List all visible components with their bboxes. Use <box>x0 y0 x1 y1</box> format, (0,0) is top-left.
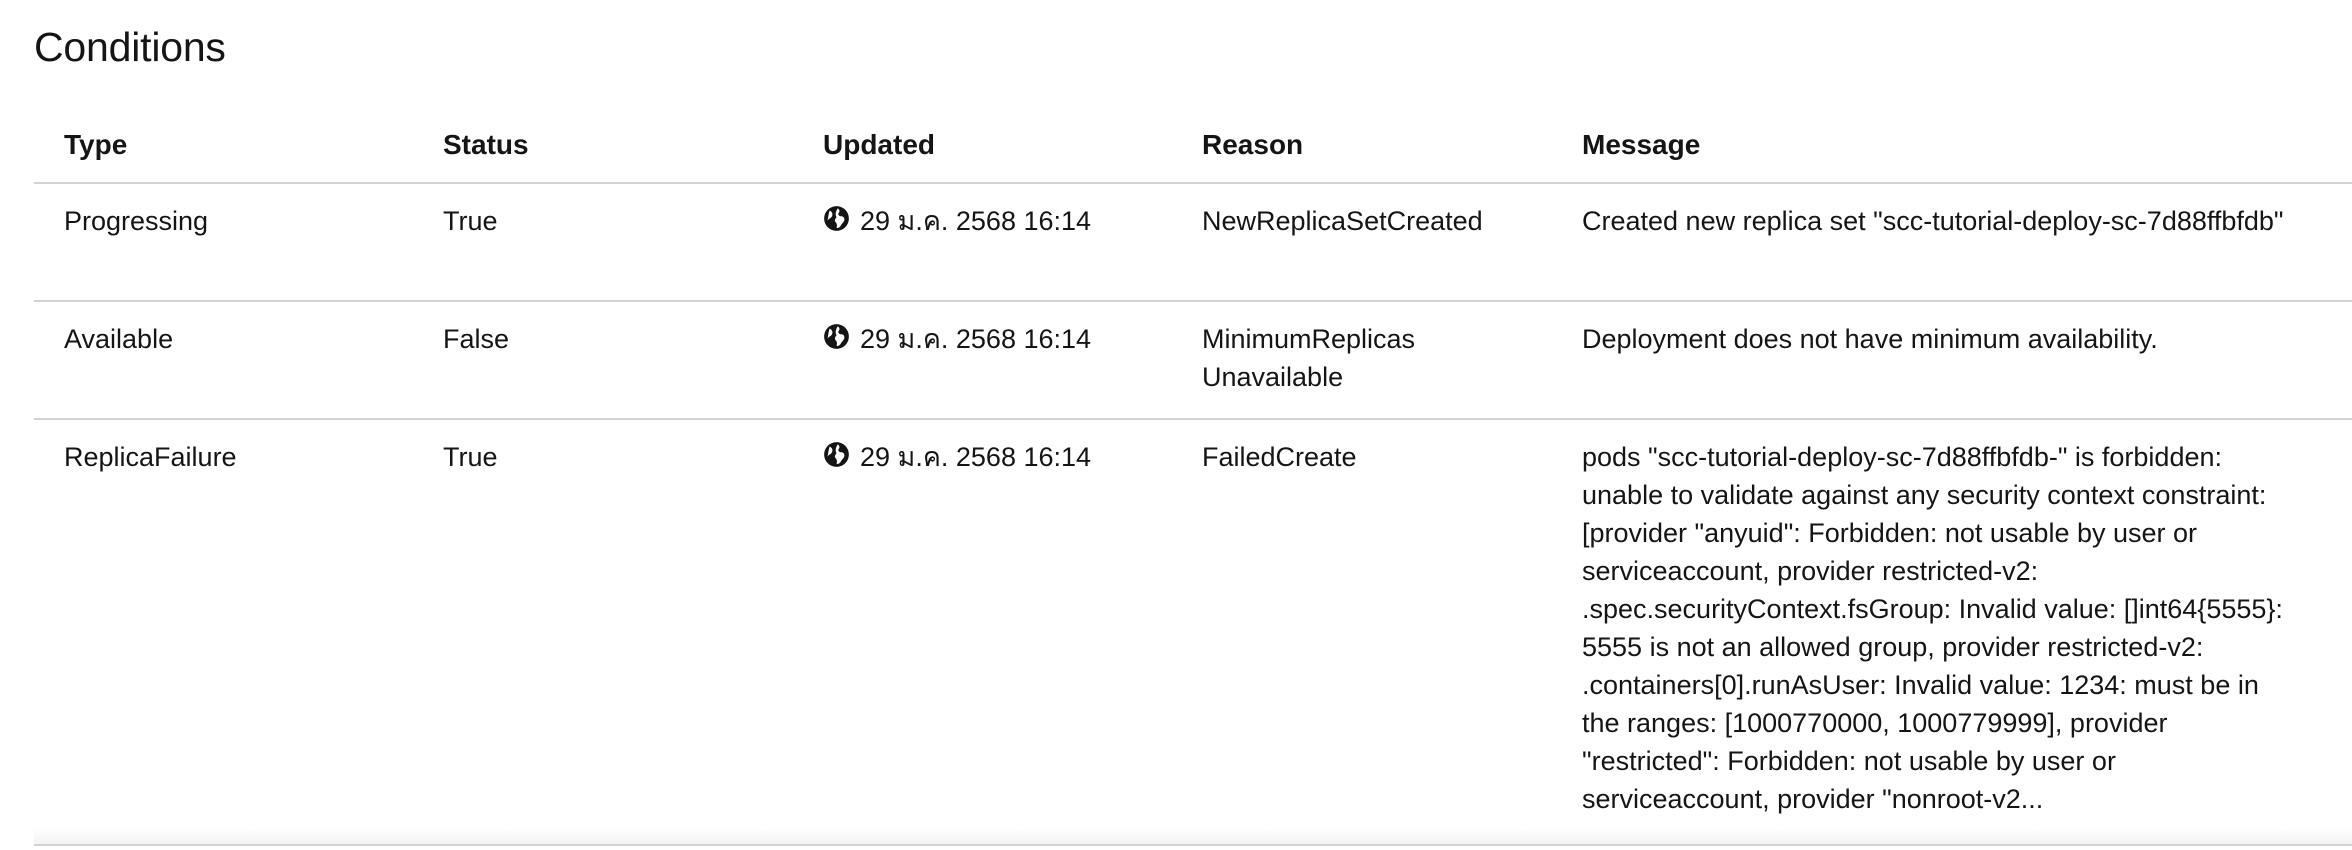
column-header-reason[interactable]: Reason <box>1202 126 1502 164</box>
section-title: Conditions <box>34 24 226 70</box>
table-row: ReplicaFailure True 29 ม.ค. 2568 16:14 F… <box>34 420 2352 846</box>
cell-status: False <box>443 324 510 354</box>
cell-status: True <box>443 206 498 236</box>
column-header-updated[interactable]: Updated <box>823 126 1183 164</box>
cell-type: ReplicaFailure <box>64 442 237 472</box>
globe-icon <box>824 324 849 349</box>
cell-reason: FailedCreate <box>1202 442 1357 472</box>
cell-type: Progressing <box>64 206 209 236</box>
conditions-table: Type Status Updated Reason Message Progr… <box>34 116 2352 846</box>
table-row: Available False 29 ม.ค. 2568 16:14 Minim… <box>34 302 2352 420</box>
conditions-page: Conditions Type Status Updated Reason Me… <box>0 0 2352 850</box>
cell-updated: 29 ม.ค. 2568 16:14 <box>823 202 1183 240</box>
scroll-fade <box>34 828 2352 844</box>
globe-icon <box>824 206 849 231</box>
table-header-row: Type Status Updated Reason Message <box>34 116 2352 184</box>
table-row: Progressing True 29 ม.ค. 2568 16:14 NewR… <box>34 184 2352 302</box>
cell-updated-text: 29 ม.ค. 2568 16:14 <box>860 442 1092 472</box>
cell-message: pods "scc-tutorial-deploy-sc-7d88ffbfdb-… <box>1582 442 2283 814</box>
column-header-type[interactable]: Type <box>64 126 404 164</box>
column-header-message[interactable]: Message <box>1582 126 2322 164</box>
cell-updated-text: 29 ม.ค. 2568 16:14 <box>860 206 1092 236</box>
cell-updated: 29 ม.ค. 2568 16:14 <box>823 438 1183 476</box>
cell-type: Available <box>64 324 174 354</box>
cell-message: Deployment does not have minimum availab… <box>1582 324 2158 354</box>
cell-reason: NewReplicaSetCreated <box>1202 206 1483 236</box>
cell-message: Created new replica set "scc-tutorial-de… <box>1582 206 2284 236</box>
column-header-status[interactable]: Status <box>443 126 783 164</box>
cell-updated: 29 ม.ค. 2568 16:14 <box>823 320 1183 358</box>
cell-reason: MinimumReplicas Unavailable <box>1202 324 1416 392</box>
globe-icon <box>824 442 849 467</box>
cell-status: True <box>443 442 498 472</box>
cell-updated-text: 29 ม.ค. 2568 16:14 <box>860 324 1092 354</box>
